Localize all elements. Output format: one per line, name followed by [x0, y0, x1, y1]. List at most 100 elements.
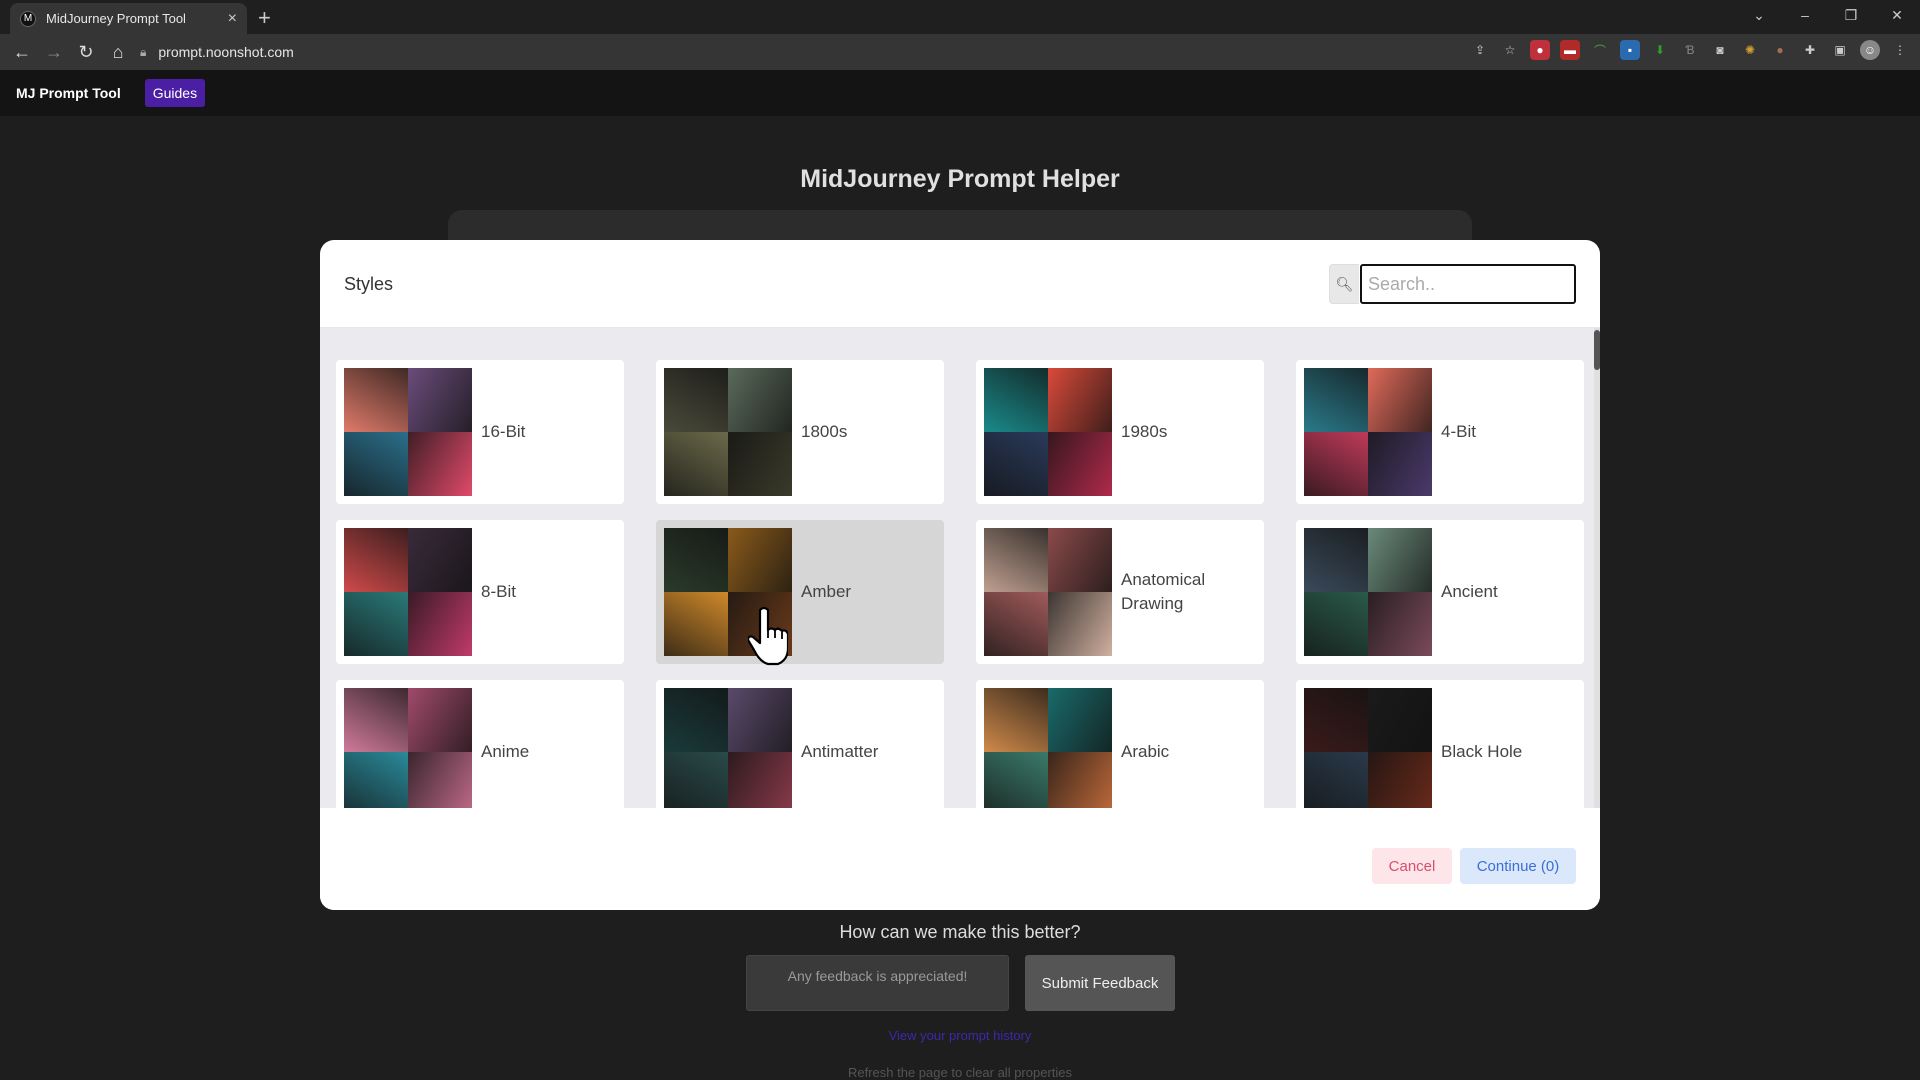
bookmark-star-icon[interactable]: ☆	[1500, 40, 1520, 60]
browser-tabbar: M MidJourney Prompt Tool × + ⌄ – ❐ ✕	[0, 0, 1920, 34]
lock-icon[interactable]: 🔒︎	[140, 45, 146, 60]
search-input[interactable]	[1360, 264, 1576, 304]
app-brand[interactable]: MJ Prompt Tool	[16, 85, 121, 101]
style-card[interactable]: Arabic	[976, 680, 1264, 808]
thumbnail-quadrant	[344, 432, 408, 496]
extension-camera-icon[interactable]: ◙	[1710, 40, 1730, 60]
thumbnail-quadrant	[408, 368, 472, 432]
scrollbar[interactable]	[1594, 328, 1600, 808]
extension-letter-icon[interactable]: Ɓ	[1680, 40, 1700, 60]
style-card[interactable]: 16-Bit	[336, 360, 624, 504]
style-thumbnail	[344, 528, 472, 656]
forward-icon[interactable]: →	[38, 42, 70, 63]
extension-red-icon[interactable]: ▬	[1560, 40, 1580, 60]
thumbnail-quadrant	[664, 368, 728, 432]
thumbnail-quadrant	[344, 752, 408, 808]
thumbnail-quadrant	[408, 432, 472, 496]
thumbnail-quadrant	[344, 592, 408, 656]
home-icon[interactable]: ⌂	[102, 42, 134, 63]
thumbnail-quadrant	[664, 688, 728, 752]
style-thumbnail	[664, 688, 792, 808]
style-card[interactable]: Anatomical Drawing	[976, 520, 1264, 664]
browser-tab[interactable]: M MidJourney Prompt Tool ×	[10, 3, 247, 34]
thumbnail-quadrant	[984, 592, 1048, 656]
style-card[interactable]: 1980s	[976, 360, 1264, 504]
style-card[interactable]: Anime	[336, 680, 624, 808]
extension-download-icon[interactable]: ⬇	[1650, 40, 1670, 60]
modal-title: Styles	[344, 274, 394, 294]
style-thumbnail	[344, 368, 472, 496]
extensions-puzzle-icon[interactable]: ✚	[1800, 40, 1820, 60]
thumbnail-quadrant	[1368, 432, 1432, 496]
modal-footer: Cancel Continue (0)	[320, 808, 1600, 910]
style-thumbnail	[664, 368, 792, 496]
style-label: 8-Bit	[481, 582, 516, 602]
extension-graph-icon[interactable]: ⌒	[1590, 40, 1610, 60]
style-thumbnail	[1304, 368, 1432, 496]
style-thumbnail	[984, 528, 1112, 656]
close-tab-icon[interactable]: ×	[228, 10, 237, 28]
cancel-button[interactable]: Cancel	[1372, 848, 1452, 884]
style-card[interactable]: Amber	[656, 520, 944, 664]
window-controls: ⌄ – ❐ ✕	[1736, 0, 1920, 30]
style-card[interactable]: 4-Bit	[1296, 360, 1584, 504]
new-tab-icon[interactable]: +	[258, 5, 271, 31]
profile-avatar[interactable]: ☺	[1860, 40, 1880, 60]
share-icon[interactable]: ⇪	[1470, 40, 1490, 60]
thumbnail-quadrant	[344, 528, 408, 592]
browser-menu-icon[interactable]: ⋮	[1890, 40, 1910, 60]
style-thumbnail	[1304, 688, 1432, 808]
style-label: 4-Bit	[1441, 422, 1476, 442]
style-card[interactable]: 8-Bit	[336, 520, 624, 664]
styles-grid-area[interactable]: 16-Bit 1800s 1980s 4-Bit 8-Bit Amber Anatomica…	[320, 328, 1600, 808]
thumbnail-quadrant	[984, 688, 1048, 752]
guides-button[interactable]: Guides	[144, 79, 206, 107]
thumbnail-quadrant	[728, 752, 792, 808]
style-card[interactable]: Antimatter	[656, 680, 944, 808]
site-favicon-icon: M	[20, 10, 36, 27]
thumbnail-quadrant	[664, 752, 728, 808]
thumbnail-quadrant	[728, 528, 792, 592]
style-card[interactable]: Ancient	[1296, 520, 1584, 664]
minimize-icon[interactable]: –	[1782, 7, 1828, 23]
style-thumbnail	[1304, 528, 1432, 656]
extension-color-icon[interactable]: ✺	[1740, 40, 1760, 60]
modal-header: Styles 🔍︎	[320, 240, 1600, 328]
restore-icon[interactable]: ❐	[1828, 7, 1874, 24]
thumbnail-quadrant	[664, 432, 728, 496]
thumbnail-quadrant	[664, 528, 728, 592]
thumbnail-quadrant	[728, 368, 792, 432]
address-bar[interactable]: 🔒︎ prompt.noonshot.com	[140, 37, 1400, 67]
side-panel-icon[interactable]: ▣	[1830, 40, 1850, 60]
extension-blue-icon[interactable]: ▪	[1620, 40, 1640, 60]
thumbnail-quadrant	[1048, 432, 1112, 496]
thumbnail-quadrant	[1304, 528, 1368, 592]
style-thumbnail	[984, 368, 1112, 496]
style-card[interactable]: 1800s	[656, 360, 944, 504]
thumbnail-quadrant	[1304, 432, 1368, 496]
thumbnail-quadrant	[1368, 592, 1432, 656]
continue-button[interactable]: Continue (0)	[1460, 848, 1576, 884]
thumbnail-quadrant	[1304, 592, 1368, 656]
thumbnail-quadrant	[728, 432, 792, 496]
thumbnail-quadrant	[408, 528, 472, 592]
tab-search-icon[interactable]: ⌄	[1736, 7, 1782, 24]
back-icon[interactable]: ←	[6, 42, 38, 63]
style-thumbnail	[344, 688, 472, 808]
styles-modal: Styles 🔍︎ 16-Bit 1800s 1980s 4-Bit 8-Bit Ambe…	[320, 240, 1600, 910]
style-label: Arabic	[1121, 742, 1170, 762]
style-label: Black Hole	[1441, 742, 1523, 762]
extension-abp-icon[interactable]: ●	[1530, 40, 1550, 60]
style-label: 1980s	[1121, 422, 1168, 442]
style-card[interactable]: Black Hole	[1296, 680, 1584, 808]
thumbnail-quadrant	[984, 752, 1048, 808]
extension-brown-icon[interactable]: ●	[1770, 40, 1790, 60]
styles-grid: 16-Bit 1800s 1980s 4-Bit 8-Bit Amber Anatomica…	[336, 360, 1584, 808]
scrollbar-thumb[interactable]	[1594, 330, 1600, 370]
thumbnail-quadrant	[984, 368, 1048, 432]
style-thumbnail	[664, 528, 792, 656]
style-label: 16-Bit	[481, 422, 526, 442]
reload-icon[interactable]: ↻	[70, 42, 102, 63]
close-window-icon[interactable]: ✕	[1874, 7, 1920, 24]
thumbnail-quadrant	[1048, 592, 1112, 656]
